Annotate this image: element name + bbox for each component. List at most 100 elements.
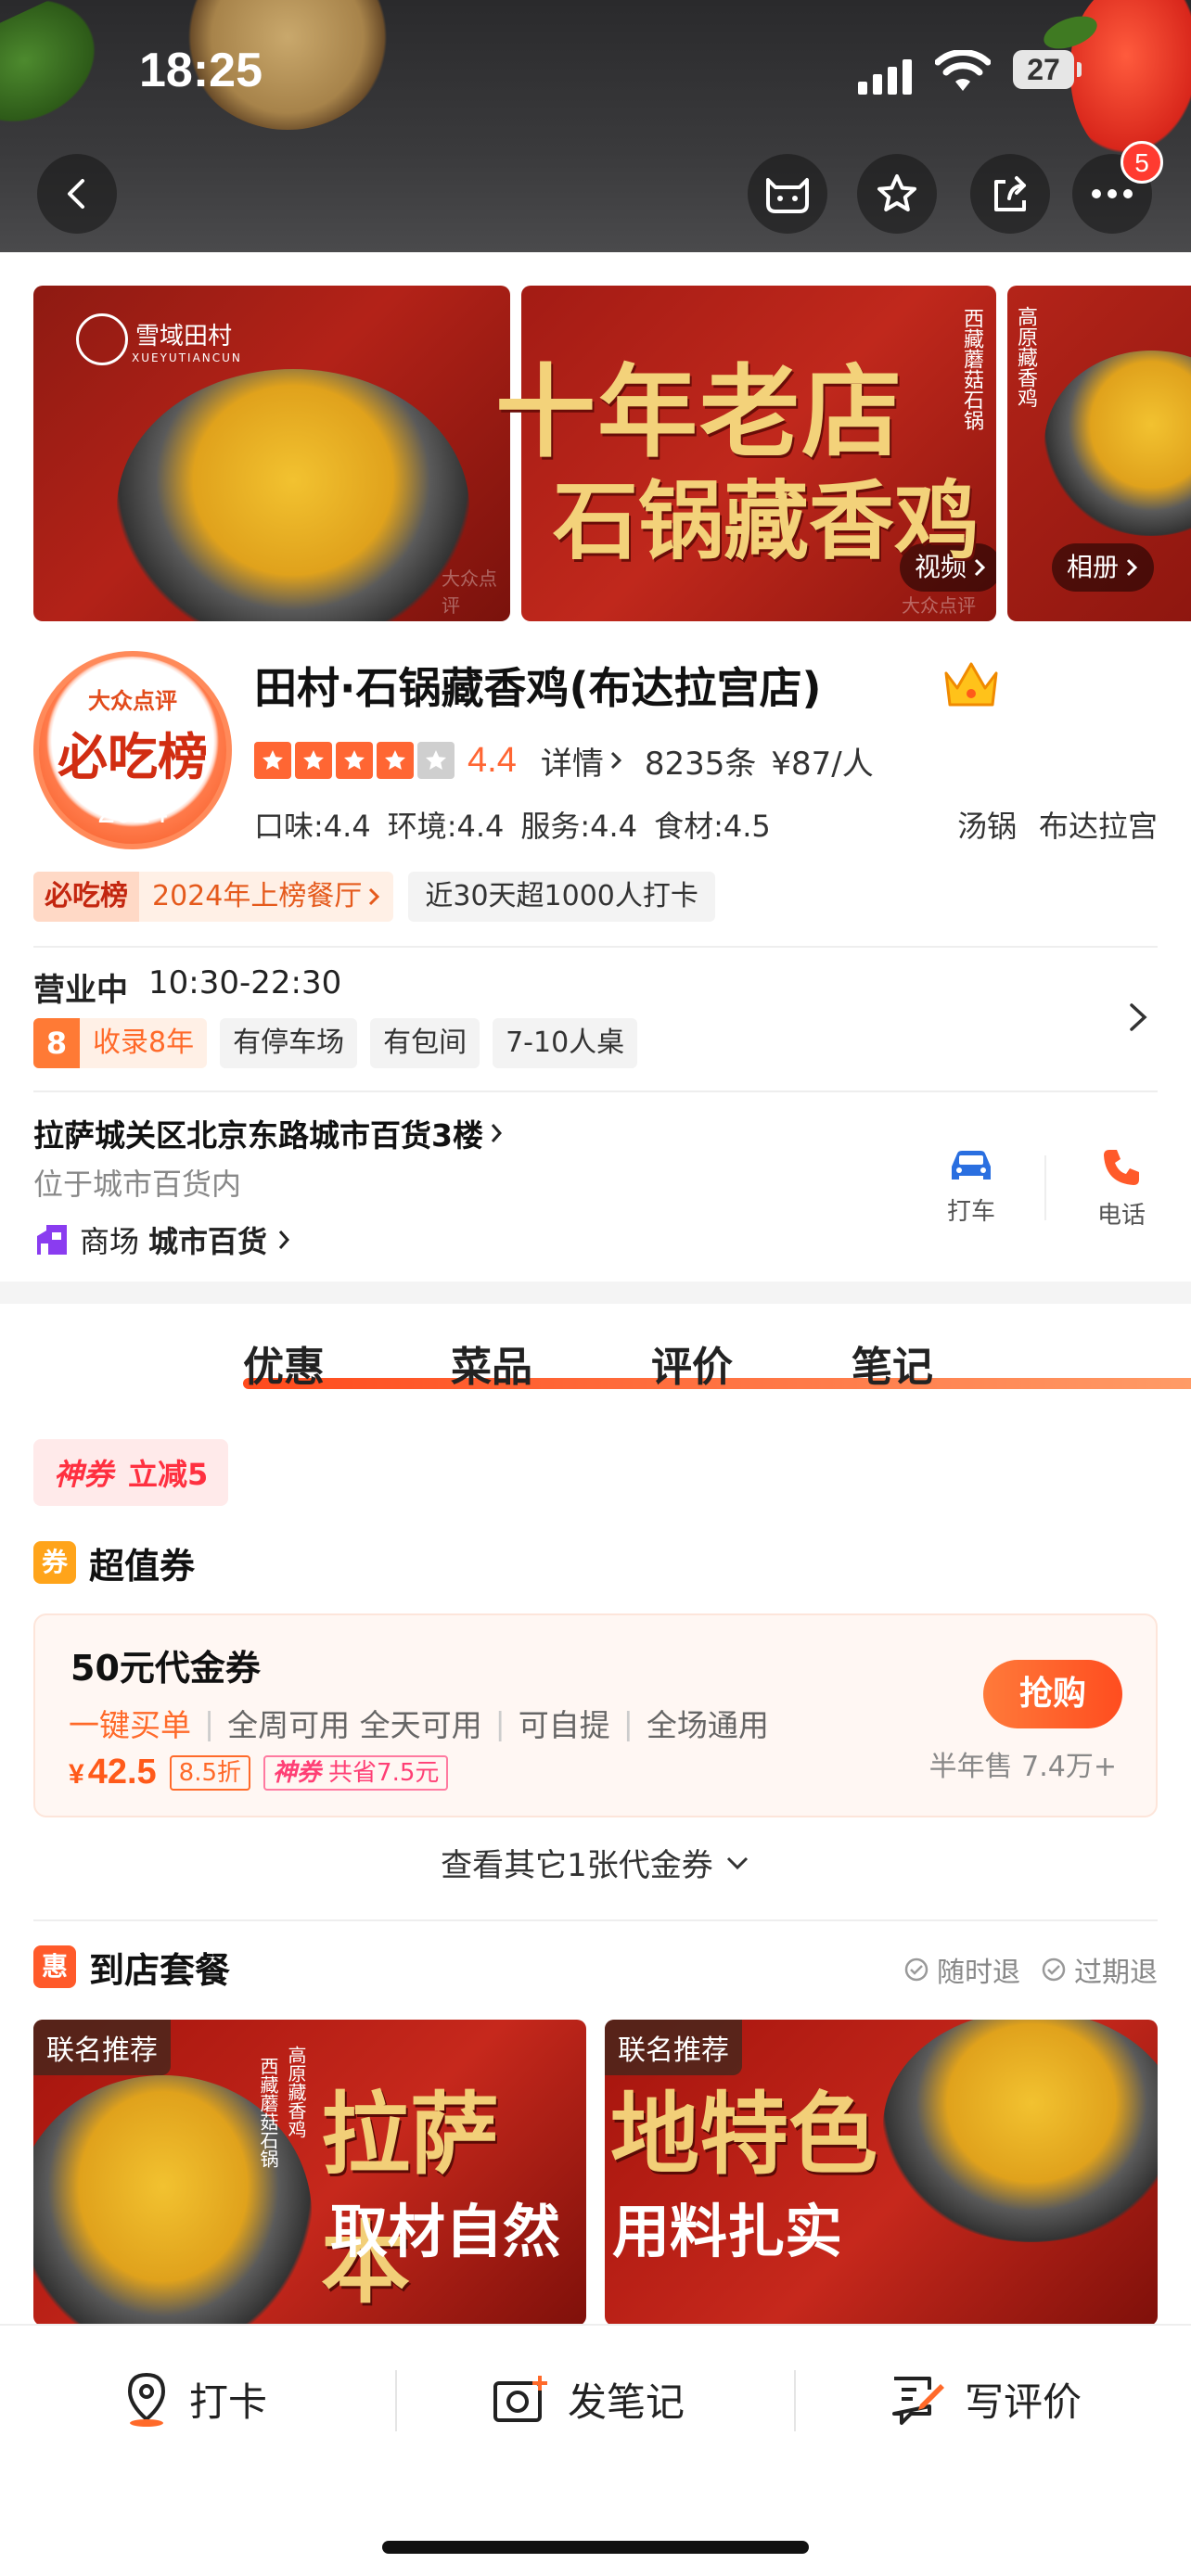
more-vouchers-link[interactable]: 查看其它1张代金券 [0, 1840, 1191, 1885]
album-button[interactable]: 相册 [1052, 543, 1155, 592]
value-coupon-header: 券 超值券 [33, 1539, 195, 1587]
package-card-2[interactable]: 联名推荐 地特色 用料扎实 [605, 2020, 1158, 2326]
chevron-right-icon [278, 1231, 290, 1249]
favorite-button[interactable] [857, 154, 937, 234]
content-tabs: 优惠 菜品 评价 笔记 [0, 1333, 1191, 1408]
business-hours[interactable]: 营业中 10:30-22:30 [33, 964, 341, 1010]
share-icon [994, 176, 1026, 211]
mall-icon [37, 1225, 67, 1255]
savings-tag: 神券 共省7.5元 [263, 1754, 449, 1791]
taxi-button[interactable]: 打车 [920, 1146, 1022, 1227]
super-coupon-tag[interactable]: 神券 立减5 [33, 1439, 229, 1506]
more-button[interactable]: 5 [1072, 141, 1163, 234]
environment-score: 环境:4.4 [387, 809, 505, 844]
address-link[interactable]: 拉萨城关区北京东路城市百货3楼 [33, 1111, 504, 1155]
status-bar: 18:25 27 [0, 37, 1191, 102]
share-button[interactable] [970, 154, 1050, 234]
notification-badge: 5 [1121, 141, 1163, 184]
brand-logo: 雪域田村 XUEYUTIANCUN [76, 313, 242, 365]
check-circle-icon [904, 1958, 928, 1982]
checkin-button[interactable]: 打卡 [121, 2366, 267, 2431]
signal-icon [858, 57, 916, 95]
car-icon [952, 1151, 991, 1180]
taste-score: 口味:4.4 [254, 809, 371, 844]
facility-table-size: 7-10人桌 [493, 1018, 638, 1068]
section-separator [0, 1282, 1191, 1304]
divider [33, 1919, 1158, 1921]
shop-name: 田村·石锅藏香鸡(布达拉宫店) [254, 663, 822, 713]
mascot-button[interactable] [748, 154, 827, 234]
bottom-action-bar: 打卡 发笔记 写评价 [0, 2324, 1191, 2576]
sales-count: 半年售 7.4万+ [928, 1751, 1117, 1783]
gallery-headline-2: 石锅藏香鸡 [553, 471, 980, 571]
back-button[interactable] [37, 154, 117, 234]
crown-icon [944, 662, 998, 707]
package-card-1[interactable]: 高原藏香鸡 西藏蘑菇石锅 联名推荐 拉萨本 取材自然 [33, 2020, 586, 2326]
category-tag[interactable]: 汤锅 [957, 803, 1017, 846]
shop-tags: 汤锅 布达拉宫 [957, 803, 1158, 846]
divider [33, 946, 1158, 948]
star-icon [417, 742, 455, 779]
chevron-right-icon[interactable] [1122, 1001, 1154, 1033]
status-time: 18:25 [139, 44, 263, 97]
open-status: 营业中 [33, 972, 128, 1009]
mall-link[interactable]: 商场 城市百货 [33, 1218, 291, 1261]
gallery-image-3[interactable]: 高原藏香鸡 相册 [1007, 286, 1191, 621]
check-circle-icon [1042, 1958, 1066, 1982]
buy-button[interactable]: 抢购 [983, 1660, 1122, 1728]
discount-tag: 8.5折 [169, 1754, 251, 1791]
area-tag[interactable]: 布达拉宫 [1039, 803, 1158, 846]
rank-badge[interactable]: 必吃榜 2024年上榜餐厅 [33, 872, 394, 922]
voucher-features: 一键买单 | 全周可用 全天可用 | 可自提 | 全场通用 [69, 1704, 769, 1744]
gallery-image-1[interactable]: 雪域田村 XUEYUTIANCUN 大众点评 [33, 286, 510, 621]
package-guarantees: 随时退 过期退 [903, 1949, 1158, 1990]
details-link[interactable]: 详情 [541, 738, 622, 784]
rating-row: 4.4 详情 8235条 ¥87/人 [254, 738, 889, 783]
chevron-right-icon [1126, 558, 1138, 577]
review-count: 8235条 [644, 745, 757, 783]
home-indicator [382, 2541, 809, 2554]
location-pin-icon [127, 2372, 166, 2427]
coupon-icon: 券 [33, 1541, 76, 1584]
deal-icon: 惠 [33, 1945, 76, 1988]
ingredient-score: 食材:4.5 [654, 809, 771, 844]
phone-icon [1104, 1150, 1139, 1185]
star-icon [877, 174, 916, 211]
chevron-right-icon [369, 887, 380, 906]
package-label: 联名推荐 [33, 2020, 171, 2075]
voucher-title: 50元代金券 [70, 1648, 261, 1689]
star-icon [377, 742, 414, 779]
tab-dishes[interactable]: 菜品 [451, 1333, 532, 1393]
wifi-icon [935, 50, 991, 91]
tab-reviews[interactable]: 评价 [651, 1333, 733, 1393]
phone-button[interactable]: 电话 [1070, 1146, 1172, 1231]
divider [395, 2370, 397, 2431]
facility-private-room: 有包间 [370, 1018, 480, 1068]
sub-scores: 口味:4.4 环境:4.4 服务:4.4 食材:4.5 [254, 803, 771, 846]
open-time: 10:30-22:30 [148, 964, 342, 1001]
edit-review-icon [892, 2377, 944, 2425]
voucher-price-row: ¥42.5 8.5折 神券 共省7.5元 [69, 1753, 449, 1792]
nav-bar: 5 [0, 141, 1191, 234]
cat-face-icon [766, 178, 809, 213]
must-eat-badge: 大众点评 必吃榜 2024 [33, 651, 232, 849]
post-note-button[interactable]: 发笔记 [492, 2366, 685, 2431]
rating-score: 4.4 [467, 740, 517, 780]
facility-tags[interactable]: 8 收录8年 有停车场 有包间 7-10人桌 [33, 1018, 638, 1068]
voucher-card[interactable]: 50元代金券 一键买单 | 全周可用 全天可用 | 可自提 | 全场通用 ¥42… [33, 1613, 1158, 1817]
divider [33, 1090, 1158, 1092]
facility-parking: 有停车场 [220, 1018, 358, 1068]
write-review-button[interactable]: 写评价 [889, 2366, 1082, 2431]
years-badge: 8 收录8年 [33, 1018, 208, 1068]
divider [794, 2370, 796, 2431]
address-note: 位于城市百货内 [33, 1167, 242, 1202]
chevron-right-icon [610, 751, 621, 770]
chevron-down-icon [726, 1856, 748, 1869]
star-icon [295, 742, 332, 779]
tab-notes[interactable]: 笔记 [852, 1333, 933, 1393]
star-icon [336, 742, 373, 779]
photo-gallery[interactable]: 雪域田村 XUEYUTIANCUN 大众点评 西藏蘑菇石锅 大众点评 视频 高原… [33, 286, 1191, 621]
service-score: 服务:4.4 [520, 809, 638, 844]
package-header: 惠 到店套餐 [33, 1944, 230, 1991]
camera-plus-icon [493, 2376, 547, 2422]
